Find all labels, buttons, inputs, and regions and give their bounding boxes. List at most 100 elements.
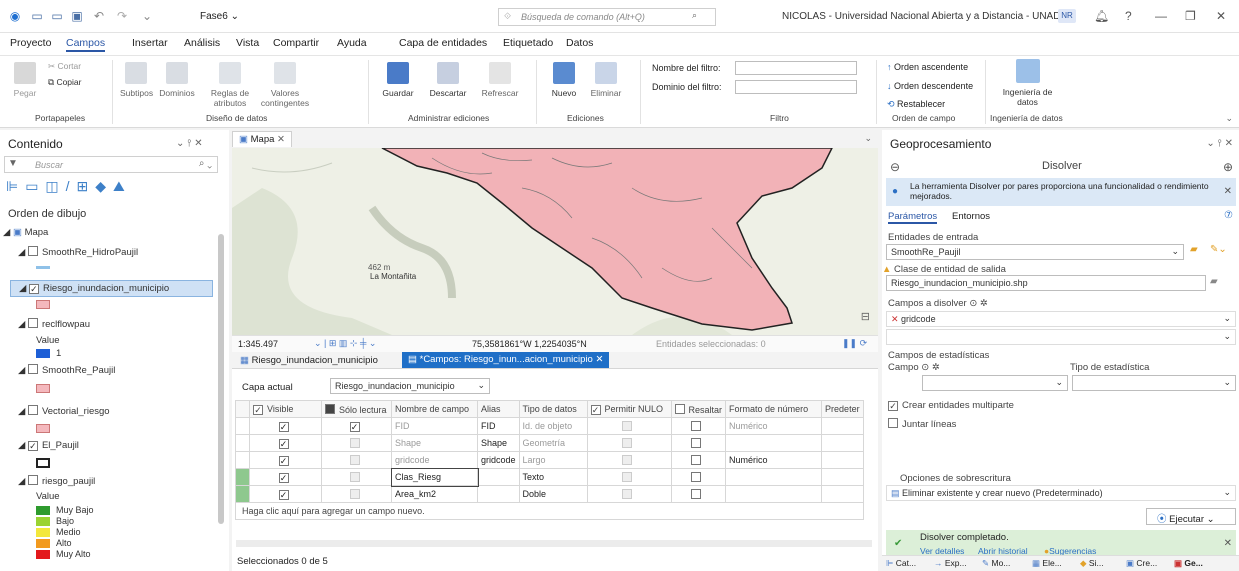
header-checkbox[interactable] [674,403,685,414]
map-view[interactable]: 462 m La Montañita ⊟ [232,148,878,335]
table-row[interactable]: ✓ ✓ FID FID Id. de objeto Numérico [235,417,864,435]
dissolve-field-empty[interactable]: ⌄ [886,329,1236,345]
layer-checkbox-checked[interactable]: ✓ [27,441,38,451]
table-row[interactable]: ✓ Shape Shape Geometría [235,434,864,452]
number-format-cell[interactable] [725,468,823,486]
col-alias[interactable]: Alias [477,400,520,418]
table-row[interactable]: ✓ gridcode gridcode Largo Numérico [235,451,864,469]
menu-analisis[interactable]: Análisis [184,37,220,49]
circle-chevron-icon[interactable]: ⊙ ✲ [969,298,988,309]
allow-null-cell[interactable] [586,417,672,435]
redo-icon[interactable]: ↷ [115,9,129,23]
save-edits-button[interactable]: Guardar [378,62,418,98]
customize-toolbar-icon[interactable]: ⌄ [140,9,154,23]
user-avatar[interactable]: NR [1058,9,1076,23]
tab-list-icon[interactable]: ⌄ [864,133,872,144]
layer-riesgo-paujil[interactable]: ◢ riesgo_paujil [18,475,95,487]
add-icon[interactable]: ⊕ [1223,160,1233,174]
tab-parametros[interactable]: Parámetros [888,211,938,224]
panel-options-icon[interactable]: ⌄ ⫯ ✕ [176,138,203,149]
highlight-cell[interactable] [670,485,727,503]
new-field-button[interactable]: Nuevo [546,62,582,98]
layer-smoothre-paujil[interactable]: ◢ SmoothRe_Paujil [18,364,115,376]
table-hscrollbar[interactable] [236,540,872,547]
add-field-row[interactable]: Haga clic aquí para agregar un campo nue… [235,502,864,520]
visible-cell[interactable]: ✓ [249,451,322,469]
map-overview-icon[interactable]: ⊟ [861,310,870,323]
dissolve-field-row[interactable]: ✕ gridcode ⌄ [886,311,1236,327]
command-search-input[interactable]: ⟐ Búsqueda de comando (Alt+Q) ⌕ [498,8,716,26]
cut-button[interactable]: ✂ Cortar [48,61,81,72]
layer-checkbox[interactable] [27,318,38,328]
tab-geoprocessing[interactable]: ▣ Ge... [1174,558,1203,569]
number-format-cell[interactable] [725,434,823,452]
header-checkbox[interactable] [325,403,335,414]
row-selector[interactable] [235,417,250,435]
visible-cell[interactable]: ✓ [249,468,322,486]
tab-capa-entidades[interactable]: Capa de entidades [399,37,487,49]
tab-explore[interactable]: → Exp... [934,558,967,568]
contents-scrollbar[interactable] [218,234,224,524]
output-class-input[interactable]: Riesgo_inundacion_municipio.shp [886,275,1206,291]
tab-catalog[interactable]: ⊫ Cat... [886,558,916,569]
default-cell[interactable] [821,451,864,469]
readonly-cell[interactable] [321,485,392,503]
menu-campos[interactable]: Campos [66,37,106,52]
allow-null-cell[interactable] [586,434,672,452]
sort-descending-button[interactable]: ↓ Orden descendente [887,81,973,91]
checkbox[interactable] [691,437,702,448]
pause-refresh-icons[interactable]: ❚❚ ⟳ [842,338,867,349]
checkbox[interactable] [691,454,702,465]
notifications-icon[interactable]: 🔔︎ [1094,9,1109,23]
readonly-cell[interactable]: ✓ [321,417,392,435]
type-cell[interactable]: Id. de objeto [518,417,588,435]
visible-cell[interactable]: ✓ [249,434,322,452]
allow-null-cell[interactable] [586,468,672,486]
add-field-hint[interactable]: Haga clic aquí para agregar un campo nue… [235,502,864,520]
tab-mapa[interactable]: ▣ Mapa ✕ [232,131,292,147]
visible-cell[interactable]: ✓ [249,485,322,503]
field-name-cell[interactable]: FID [391,417,478,435]
number-format-cell[interactable]: Numérico [725,451,823,469]
minimize-icon[interactable]: — [1155,9,1167,23]
header-checkbox[interactable]: ✓ [590,404,601,415]
unsplit-lines-option[interactable]: Juntar líneas [888,418,956,430]
discard-edits-button[interactable]: Descartar [424,62,472,98]
menu-ayuda[interactable]: Ayuda [337,37,367,49]
layer-vectorial-riesgo[interactable]: ◢ Vectorial_riesgo [18,405,110,417]
close-tab-icon[interactable]: ✕ [593,354,603,365]
checkbox[interactable] [691,488,702,499]
reglas-button[interactable]: Reglas de atributos [208,62,252,108]
field-name-cell[interactable]: Area_km2 [391,485,478,503]
tab-symbology[interactable]: ◆ Si... [1080,558,1104,569]
project-name[interactable]: Fase6 ⌄ [200,11,239,22]
layer-el-paujil[interactable]: ◢ ✓ El_Paujil [18,440,79,451]
number-format-cell[interactable]: Numérico [725,417,823,435]
dominios-button[interactable]: Dominios [157,62,197,98]
tab-datos[interactable]: Datos [566,37,593,49]
readonly-cell[interactable] [321,468,392,486]
readonly-cell[interactable] [321,451,392,469]
panel-options-icon[interactable]: ⌄ ⫯ ✕ [1206,138,1233,149]
layer-checkbox[interactable] [27,475,38,485]
readonly-cell[interactable] [321,434,392,452]
highlight-cell[interactable] [670,434,727,452]
checkbox-checked[interactable]: ✓ [278,489,289,500]
tab-fields-view[interactable]: ▤ *Campos: Riesgo_inun...acion_municipio… [402,352,610,368]
help-icon[interactable]: ⑦ [1224,210,1233,221]
col-number-format[interactable]: Formato de número [725,400,823,418]
current-layer-select[interactable]: Riesgo_inundacion_municipio ⌄ [330,378,490,394]
paste-button[interactable]: Pegar [12,62,38,98]
browse-folder-icon[interactable]: ▰ [1210,276,1218,287]
layer-reclflowpau[interactable]: ◢ reclflowpau [18,318,90,330]
open-project-icon[interactable]: ▭ [50,9,64,23]
edit-pencil-icon[interactable]: ✎⌄ [1210,244,1227,255]
map-tools-icons[interactable]: ⌄ | ⊞ ▥ ⊹ ╪ ⌄ [314,338,376,349]
tab-create[interactable]: ▣ Cre... [1126,558,1157,569]
restore-icon[interactable]: ❐ [1185,9,1196,23]
close-icon[interactable]: ✕ [1216,9,1226,23]
table-row[interactable]: ✓ Area_km2 Doble [235,485,864,503]
valores-contingentes-button[interactable]: Valores contingentes [258,62,312,108]
browse-folder-icon[interactable]: ▰ [1190,244,1198,255]
col-readonly[interactable]: Sólo lectura [321,400,392,418]
